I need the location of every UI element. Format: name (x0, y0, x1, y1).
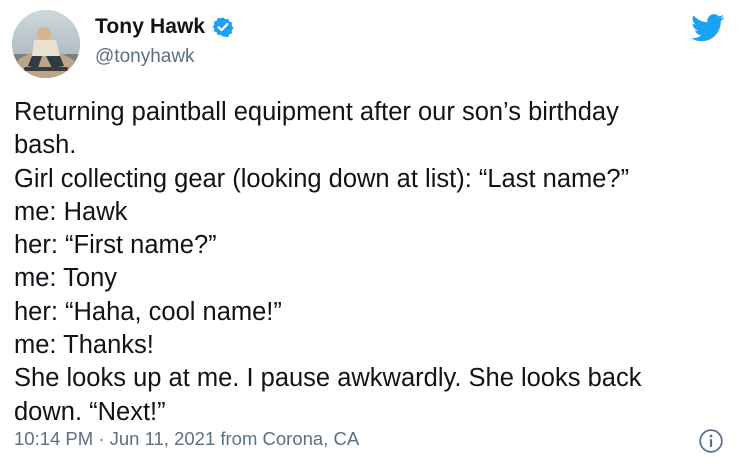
info-icon[interactable] (698, 428, 724, 454)
verified-badge-icon (212, 17, 234, 38)
tweet-text-line: down. “Next!” (14, 397, 166, 426)
author-display-name[interactable]: Tony Hawk (95, 15, 205, 39)
tweet-text-line: Returning paintball equipment after our … (14, 98, 619, 126)
author-handle[interactable]: @tonyhawk (95, 46, 195, 68)
author-name-row: Tony Hawk (95, 15, 234, 39)
tweet-text-line: Girl collecting gear (looking down at li… (14, 164, 630, 193)
tweet-text-line: me: Tony (14, 264, 117, 293)
tweet-text-line: me: Hawk (14, 197, 128, 226)
tweet-text-line: her: “Haha, cool name!” (14, 297, 282, 326)
tweet-timestamp[interactable]: 10:14 PM · Jun 11, 2021 from Corona, CA (14, 428, 359, 450)
tweet-text-line: me: Thanks! (14, 331, 154, 360)
avatar[interactable] (12, 10, 80, 78)
tweet-card: Tony Hawk @tonyhawk Returning paintball … (0, 0, 740, 464)
twitter-bird-icon[interactable] (691, 14, 725, 42)
tweet-text-line: bash. (14, 131, 77, 160)
tweet-text-line: her: “First name?” (14, 231, 217, 260)
avatar-photo (12, 10, 80, 78)
tweet-text: Returning paintball equipment after our … (14, 96, 726, 429)
tweet-text-line: She looks up at me. I pause awkwardly. S… (14, 364, 642, 393)
